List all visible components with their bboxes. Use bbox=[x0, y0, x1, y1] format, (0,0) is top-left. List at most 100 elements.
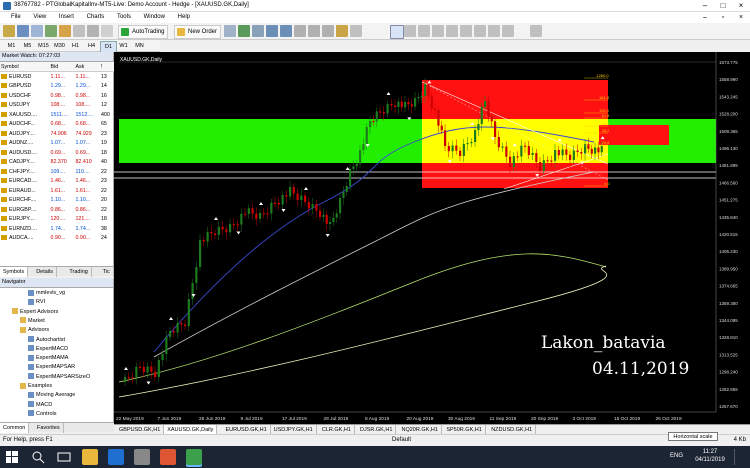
toolbox-icon[interactable] bbox=[73, 25, 85, 37]
market-watch-icon[interactable] bbox=[31, 25, 43, 37]
market-watch-row[interactable]: EURCHF.... 1.10... 1.10... 20 bbox=[0, 196, 114, 206]
new-order-button[interactable]: New Order bbox=[174, 25, 222, 39]
cursor-icon[interactable] bbox=[390, 25, 404, 39]
menu-help[interactable]: Help bbox=[178, 12, 190, 23]
edge-browser-icon[interactable] bbox=[108, 449, 124, 465]
col-symbol[interactable]: Symbol bbox=[0, 62, 50, 72]
close-button[interactable]: × bbox=[732, 0, 750, 12]
market-watch-row[interactable]: EURNZD.... 1.74... 1.74... 38 bbox=[0, 224, 114, 234]
market-watch-row[interactable]: CHFJPY.... 109.... 110.... 22 bbox=[0, 167, 114, 177]
navigator-item[interactable]: Moving Average bbox=[28, 391, 75, 400]
mw-tab-tic[interactable]: Tic bbox=[100, 267, 114, 277]
navigator-item[interactable]: ExpertMAPSARSizeO bbox=[28, 373, 90, 382]
timeframe-w1[interactable]: W1 bbox=[116, 41, 131, 51]
chart-shift-icon[interactable] bbox=[322, 25, 334, 37]
tile-windows-icon[interactable] bbox=[294, 25, 306, 37]
menu-file[interactable]: File bbox=[11, 12, 21, 23]
market-watch-row[interactable]: USDCHF 0.98... 0.98... 16 bbox=[0, 91, 114, 101]
navigator-item[interactable]: Market bbox=[20, 317, 45, 326]
clock-time[interactable]: 11:27 bbox=[690, 449, 730, 455]
market-watch-row[interactable]: EURUSD 1.11... 1.11... 13 bbox=[0, 72, 114, 82]
vertical-line-icon[interactable] bbox=[418, 25, 430, 37]
navigator-tab-common[interactable]: Common bbox=[0, 423, 30, 433]
price-chart[interactable]: 1260.0 161.8 100.0 61.8 50.0 38.2 23.6 0.0 1573… bbox=[114, 52, 750, 424]
market-watch-row[interactable]: AUDCA.... 0.90... 0.90... 24 bbox=[0, 234, 114, 244]
fibonacci-icon[interactable] bbox=[474, 25, 486, 37]
text-tool-icon[interactable] bbox=[488, 25, 500, 37]
file-explorer-icon[interactable] bbox=[82, 449, 98, 465]
navigator-item[interactable]: RVI bbox=[28, 298, 45, 307]
market-watch-row[interactable]: EURJPY.... 120.... 121.... 18 bbox=[0, 215, 114, 225]
zoom-in-icon[interactable] bbox=[266, 25, 278, 37]
windows-start-icon[interactable] bbox=[4, 449, 20, 465]
trendline-icon[interactable] bbox=[446, 25, 458, 37]
menu-insert[interactable]: Insert bbox=[59, 12, 74, 23]
equidistant-channel-icon[interactable] bbox=[460, 25, 472, 37]
navigator-item[interactable]: ExpertMACD bbox=[28, 345, 68, 354]
market-watch-row[interactable]: AUDJPY.... 74.906 74.929 23 bbox=[0, 129, 114, 139]
indicators-icon[interactable] bbox=[336, 25, 348, 37]
profiles-icon[interactable] bbox=[17, 25, 29, 37]
timeframe-m15[interactable]: M15 bbox=[36, 41, 51, 51]
language-indicator[interactable]: ENG bbox=[670, 453, 683, 459]
shapes-icon[interactable] bbox=[502, 25, 514, 37]
metatrader-taskbar-icon[interactable] bbox=[186, 449, 202, 465]
horizontal-line-icon[interactable] bbox=[432, 25, 444, 37]
market-watch-row[interactable]: GBPUSD 1.29... 1.29... 14 bbox=[0, 82, 114, 92]
navigator-icon[interactable] bbox=[59, 25, 71, 37]
zoom-out-icon[interactable] bbox=[280, 25, 292, 37]
minimize-button[interactable]: – bbox=[696, 0, 714, 12]
crosshair-icon[interactable] bbox=[404, 25, 416, 37]
market-watch-row[interactable]: EURCAD.... 1.46... 1.46... 23 bbox=[0, 177, 114, 187]
col-ask[interactable]: Ask bbox=[74, 62, 100, 72]
clock-date[interactable]: 04/11/2019 bbox=[690, 457, 730, 463]
navigator-item[interactable]: ExpertMAMA bbox=[28, 354, 68, 363]
mw-tab-details[interactable]: Details bbox=[33, 267, 57, 277]
market-watch-row[interactable]: USDJPY 108.... 108.... 12 bbox=[0, 101, 114, 111]
timeframe-m5[interactable]: M5 bbox=[20, 41, 35, 51]
market-watch-row[interactable]: XAUUSD.... 1511.... 1512.... 400 bbox=[0, 110, 114, 120]
navigator-item[interactable]: mmlevls_vg bbox=[28, 289, 65, 298]
templates-icon[interactable] bbox=[350, 25, 362, 37]
notification-icon[interactable] bbox=[734, 449, 745, 465]
objects-dropdown-icon[interactable] bbox=[530, 25, 542, 37]
child-minimize-button[interactable]: – bbox=[696, 12, 714, 23]
market-watch-row[interactable]: EURGBP.... 0.86... 0.86... 22 bbox=[0, 205, 114, 215]
timeframe-h4[interactable]: H4 bbox=[84, 41, 99, 51]
market-watch-row[interactable]: EURAUD... 1.61... 1.61... 22 bbox=[0, 186, 114, 196]
timeframe-m1[interactable]: M1 bbox=[4, 41, 19, 51]
menu-window[interactable]: Window bbox=[144, 12, 165, 23]
menu-view[interactable]: View bbox=[33, 12, 46, 23]
candlestick-icon[interactable] bbox=[238, 25, 250, 37]
timeframe-m30[interactable]: M30 bbox=[52, 41, 67, 51]
menu-tools[interactable]: Tools bbox=[117, 12, 131, 23]
navigator-item[interactable]: ExpertMAPSAR bbox=[28, 363, 75, 372]
maximize-button[interactable]: □ bbox=[714, 0, 732, 12]
line-chart-icon[interactable] bbox=[252, 25, 264, 37]
market-watch-row[interactable]: AUDCHF... 0.68... 0.68... 65 bbox=[0, 120, 114, 130]
navigator-item[interactable]: Advisors bbox=[20, 326, 49, 335]
timeframe-h1[interactable]: H1 bbox=[68, 41, 83, 51]
navigator-item[interactable]: Autochartist bbox=[28, 336, 65, 345]
timeframe-mn[interactable]: MN bbox=[132, 41, 147, 51]
navigator-item[interactable]: MACD bbox=[28, 401, 52, 410]
task-view-icon[interactable] bbox=[56, 449, 72, 465]
store-icon[interactable] bbox=[134, 449, 150, 465]
metaeditor-icon[interactable] bbox=[101, 25, 113, 37]
app-icon-red[interactable] bbox=[160, 449, 176, 465]
new-chart-icon[interactable] bbox=[3, 25, 15, 37]
market-watch-row[interactable]: AUDNZ.... 1.07... 1.07... 19 bbox=[0, 139, 114, 149]
strategy-tester-icon[interactable] bbox=[87, 25, 99, 37]
navigator-item[interactable]: Controls bbox=[28, 410, 56, 419]
child-close-button[interactable]: × bbox=[732, 12, 750, 23]
bar-chart-icon[interactable] bbox=[224, 25, 236, 37]
market-watch-row[interactable]: CADJPY.... 82.370 82.410 40 bbox=[0, 158, 114, 168]
menu-charts[interactable]: Charts bbox=[87, 12, 105, 23]
navigator-item[interactable]: Examples bbox=[20, 382, 52, 391]
navigator-tab-favorites[interactable]: Favorites bbox=[34, 423, 64, 433]
autotrading-button[interactable]: AutoTrading bbox=[118, 25, 169, 39]
mw-tab-symbols[interactable]: Symbols bbox=[0, 267, 29, 277]
col-bid[interactable]: Bid bbox=[49, 62, 75, 72]
navigator-item[interactable]: Expert Advisors bbox=[12, 308, 58, 317]
child-restore-button[interactable]: ▫ bbox=[714, 12, 732, 23]
